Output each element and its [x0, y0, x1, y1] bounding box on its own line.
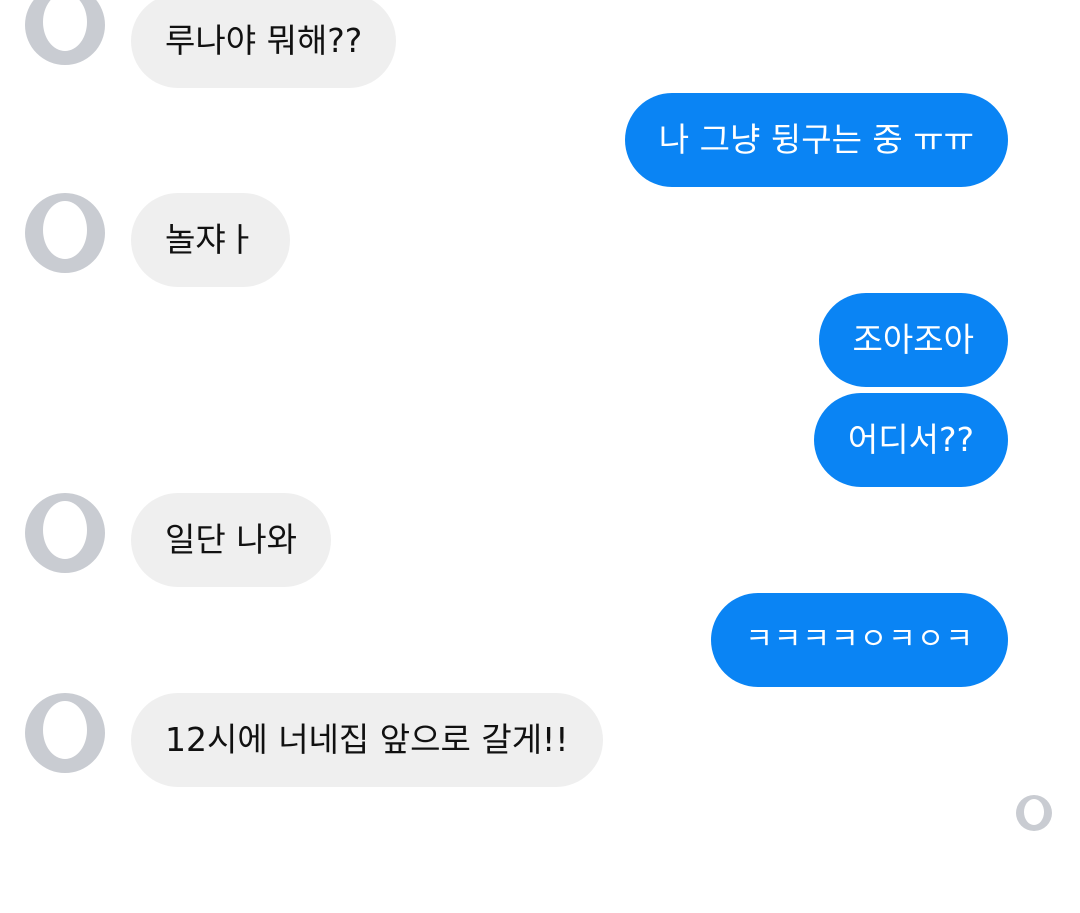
sender-avatar-icon[interactable]	[25, 693, 105, 773]
sender-avatar-icon[interactable]	[25, 0, 105, 65]
outgoing-message-bubble[interactable]: ㅋㅋㅋㅋㅇㅋㅇㅋ	[711, 593, 1008, 687]
incoming-message-bubble[interactable]: 12시에 너네집 앞으로 갈게!!	[131, 693, 603, 787]
incoming-message-bubble[interactable]: 놀쟈ㅏ	[131, 193, 291, 287]
seen-avatar-icon	[1016, 795, 1052, 831]
sender-avatar-icon[interactable]	[25, 193, 105, 273]
outgoing-message-bubble[interactable]: 나 그냥 뒹구는 중 ㅠㅠ	[624, 93, 1008, 187]
incoming-message-bubble[interactable]: 일단 나와	[131, 493, 331, 587]
sender-avatar-icon[interactable]	[25, 493, 105, 573]
outgoing-message-bubble[interactable]: 조아조아	[818, 293, 1008, 387]
incoming-message-bubble[interactable]: 루나야 뭐해??	[131, 0, 397, 88]
outgoing-message-bubble[interactable]: 어디서??	[813, 393, 1008, 487]
